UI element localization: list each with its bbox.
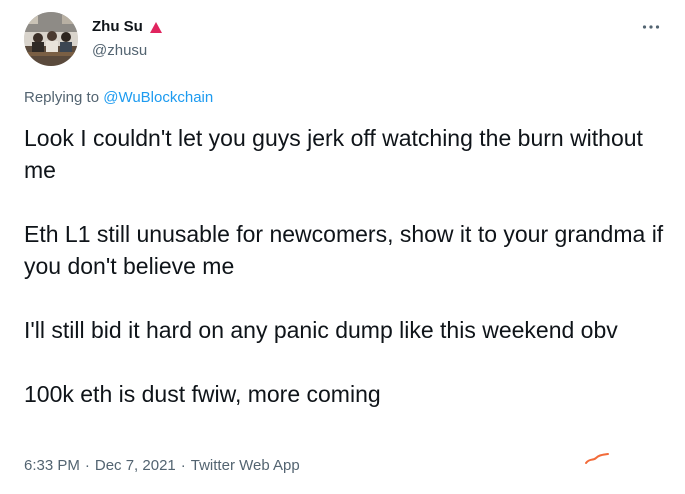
tweet-text: Look I couldn't let you guys jerk off wa…: [24, 122, 664, 410]
tweet-source[interactable]: Twitter Web App: [191, 457, 300, 474]
author-handle[interactable]: @zhusu: [92, 42, 147, 60]
scribble-mark-icon: [585, 453, 609, 464]
tweet-paragraph: I'll still bid it hard on any panic dump…: [24, 317, 618, 343]
replying-to-line: Replying to @WuBlockchain: [24, 88, 213, 108]
tweet-date[interactable]: Dec 7, 2021: [95, 457, 176, 474]
tweet-paragraph: Look I couldn't let you guys jerk off wa…: [24, 125, 643, 183]
tweet-time[interactable]: 6:33 PM: [24, 457, 80, 474]
avatar-photo: [24, 12, 78, 66]
ellipsis-icon: [642, 25, 660, 29]
meta-separator: ·: [180, 457, 186, 474]
avatar[interactable]: [24, 12, 78, 66]
triangle-badge-icon: [149, 21, 162, 33]
replying-to-link[interactable]: @WuBlockchain: [103, 89, 213, 106]
replying-to-label: Replying to: [24, 89, 100, 106]
author-name-row: Zhu Su: [92, 18, 163, 36]
more-options-button[interactable]: [640, 18, 662, 36]
meta-separator: ·: [84, 457, 90, 474]
tweet-paragraph: Eth L1 still unusable for newcomers, sho…: [24, 221, 664, 279]
author-display-name[interactable]: Zhu Su: [92, 18, 143, 36]
tweet-metadata: 6:33 PM · Dec 7, 2021 · Twitter Web App: [24, 456, 300, 476]
tweet-card: Zhu Su @zhusu Replying to @WuBlockchain …: [0, 0, 685, 494]
tweet-paragraph: 100k eth is dust fwiw, more coming: [24, 381, 381, 407]
